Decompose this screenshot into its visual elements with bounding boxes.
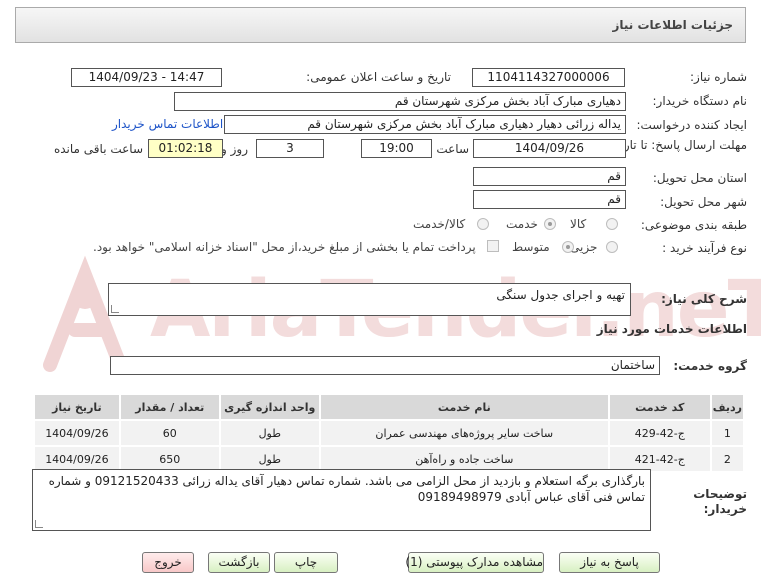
purchase-option-medium: متوسط [512, 240, 550, 254]
remaining-label: ساعت باقی مانده [53, 142, 143, 156]
services-table: ردیف کد خدمت نام خدمت واحد اندازه گیری ت… [33, 393, 746, 473]
col-row: ردیف [709, 393, 746, 421]
col-unit: واحد اندازه گیری [218, 393, 321, 421]
attachments-button[interactable]: مشاهده مدارک پیوستی (1) [405, 552, 544, 573]
buyer-notes-label: توضیحات خریدار: [693, 487, 747, 516]
cell-row: 2 [709, 445, 746, 473]
buyer-notes-textarea[interactable]: بارگذاری برگه استعلام و بازدید از محل ال… [32, 469, 651, 531]
buyer-contact-link[interactable]: اطلاعات تماس خریدار [112, 117, 223, 131]
service-group-field[interactable]: ساختمان [110, 356, 660, 375]
reply-button[interactable]: پاسخ به نیاز [559, 552, 660, 573]
category-label: طبقه بندی موضوعی: [640, 218, 747, 232]
announce-field[interactable]: 1404/09/23 - 14:47 [71, 68, 222, 87]
cell-quantity: 60 [118, 419, 221, 447]
need-number-label: شماره نیاز: [690, 70, 747, 84]
category-option-service: خدمت [506, 217, 538, 231]
category-radio-goods[interactable] [606, 218, 618, 230]
days-label: روز و [221, 142, 248, 156]
requester-label: ایجاد کننده درخواست: [636, 118, 747, 132]
treasury-note: پرداخت تمام یا بخشی از مبلغ خرید،از محل … [93, 240, 476, 254]
need-number-field[interactable]: 1104114327000006 [472, 68, 625, 87]
col-date: تاریخ نیاز [33, 393, 121, 421]
buyer-org-label: نام دستگاه خریدار: [652, 94, 748, 108]
deadline-date-field[interactable]: 1404/09/26 [473, 139, 626, 158]
deadline-time-field[interactable]: 19:00 [361, 139, 432, 158]
cell-unit: طول [218, 419, 321, 447]
cell-row: 1 [709, 419, 746, 447]
exit-button[interactable]: خروج [142, 552, 194, 573]
title-bar: جزئیات اطلاعات نیاز [15, 7, 746, 43]
buyer-notes-text: بارگذاری برگه استعلام و بازدید از محل ال… [48, 474, 645, 504]
city-field[interactable]: قم [473, 190, 626, 209]
col-code: کد خدمت [607, 393, 712, 421]
purchase-type-label: نوع فرآیند خرید : [662, 241, 747, 255]
category-radio-goods-service[interactable] [477, 218, 489, 230]
days-field[interactable]: 3 [256, 139, 324, 158]
announce-label: تاریخ و ساعت اعلان عمومی: [306, 70, 451, 84]
table-header-row: ردیف کد خدمت نام خدمت واحد اندازه گیری ت… [33, 393, 746, 421]
purchase-radio-medium[interactable] [562, 241, 574, 253]
treasury-checkbox[interactable] [487, 240, 499, 252]
province-label: استان محل تحویل: [652, 171, 747, 185]
services-section-title: اطلاعات خدمات مورد نیاز [596, 322, 747, 336]
resize-handle-icon[interactable] [111, 305, 119, 313]
service-group-label: گروه خدمت: [673, 359, 747, 373]
province-field[interactable]: قم [473, 167, 626, 186]
cell-date: 1404/09/26 [33, 419, 121, 447]
col-name: نام خدمت [318, 393, 610, 421]
purchase-option-minor: جزیی [570, 240, 598, 254]
description-textarea[interactable]: تهیه و اجرای جدول سنگی [108, 283, 631, 316]
print-button[interactable]: چاپ [274, 552, 338, 573]
col-quantity: تعداد / مقدار [118, 393, 221, 421]
table-row: 1 ج-42-429 ساخت سایر پروژه‌های مهندسی عم… [33, 419, 746, 447]
category-option-goods: کالا [570, 217, 587, 231]
back-button[interactable]: بازگشت [208, 552, 270, 573]
city-label: شهر محل تحویل: [660, 195, 747, 209]
resize-handle-icon[interactable] [35, 520, 43, 528]
purchase-radio-minor[interactable] [606, 241, 618, 253]
requester-field[interactable]: یداله زرائی دهیار دهیاری مبارک آباد بخش … [224, 115, 626, 134]
page-title: جزئیات اطلاعات نیاز [612, 18, 733, 32]
description-label: شرح کلی نیاز: [661, 292, 747, 306]
category-radio-service[interactable] [544, 218, 556, 230]
deadline-hour-label: ساعت [436, 142, 469, 156]
cell-name: ساخت سایر پروژه‌های مهندسی عمران [318, 419, 610, 447]
description-text: تهیه و اجرای جدول سنگی [496, 288, 625, 302]
buyer-org-field[interactable]: دهیاری مبارک آباد بخش مرکزی شهرستان قم [174, 92, 626, 111]
remaining-time-field: 01:02:18 [148, 139, 223, 158]
cell-code: ج-42-429 [607, 419, 712, 447]
category-option-goods-service: کالا/خدمت [413, 217, 466, 231]
